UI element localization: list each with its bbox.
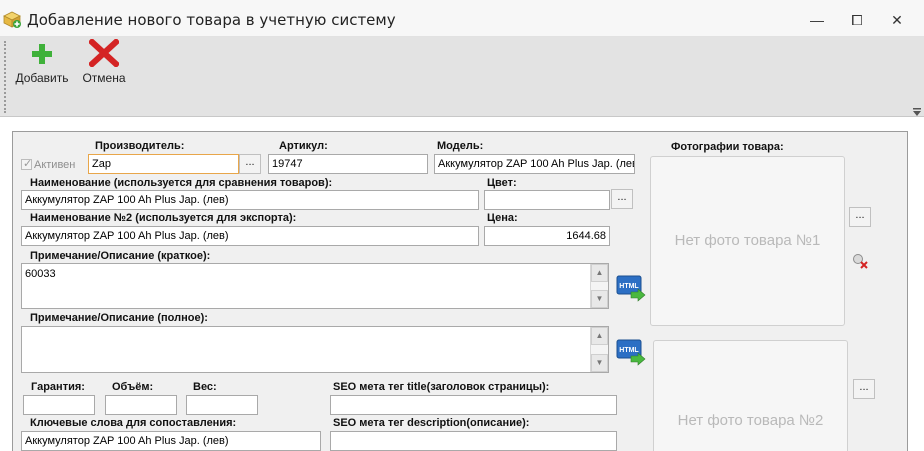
photo-1-text: Нет фото товара №1 xyxy=(674,232,821,249)
seo-desc-field[interactable] xyxy=(330,431,617,451)
scroll-down-icon[interactable]: ▼ xyxy=(591,290,608,308)
photo-2-browse-button[interactable]: ... xyxy=(853,379,875,399)
keywords-field[interactable]: Аккумулятор ZAP 100 Ah Plus Jap. (лев) xyxy=(21,431,321,451)
close-button[interactable]: ✕ xyxy=(882,9,912,31)
delete-photo-icon[interactable] xyxy=(852,253,868,269)
photo-1-browse-button[interactable]: ... xyxy=(849,207,871,227)
photos-label: Фотографии товара: xyxy=(671,141,784,153)
manufacturer-browse-button[interactable]: ... xyxy=(239,154,261,174)
html-icon-text: HTML xyxy=(619,283,639,290)
model-field[interactable]: Аккумулятор ZAP 100 Ah Plus Jap. (лев) xyxy=(434,154,635,174)
add-button[interactable]: Добавить xyxy=(11,43,73,95)
seo-title-field[interactable] xyxy=(330,395,617,415)
weight-field[interactable] xyxy=(186,395,258,415)
short-desc-scrollbar[interactable]: ▲ ▼ xyxy=(590,264,608,308)
toolbar-grip[interactable] xyxy=(4,41,7,113)
html-editor-short-button[interactable]: HTML xyxy=(616,274,646,302)
toolbar-overflow-icon[interactable] xyxy=(912,107,922,117)
name2-field[interactable]: Аккумулятор ZAP 100 Ah Plus Jap. (лев) xyxy=(21,226,479,246)
name2-label: Наименование №2 (используется для экспор… xyxy=(30,212,297,224)
active-label: Активен xyxy=(34,159,76,171)
scroll-up-icon[interactable]: ▲ xyxy=(591,264,608,282)
volume-label: Объём: xyxy=(112,381,154,393)
price-field[interactable]: 1644.68 xyxy=(484,226,610,246)
keywords-label: Ключевые слова для сопоставления: xyxy=(30,417,237,429)
article-field[interactable]: 19747 xyxy=(268,154,428,174)
weight-label: Вес: xyxy=(193,381,217,393)
add-button-label: Добавить xyxy=(15,71,69,85)
cancel-button-label: Отмена xyxy=(82,71,126,85)
html-icon-text: HTML xyxy=(619,347,639,354)
warranty-field[interactable] xyxy=(23,395,95,415)
seo-desc-label: SEO мета тег description(описание): xyxy=(333,417,530,429)
full-desc-label: Примечание/Описание (полное): xyxy=(30,312,208,324)
title-bar: Добавление нового товара в учетную систе… xyxy=(0,0,924,37)
color-label: Цвет: xyxy=(487,177,517,189)
model-label: Модель: xyxy=(437,140,484,152)
photo-1-placeholder[interactable]: Нет фото товара №1 xyxy=(650,156,845,326)
form-panel: Активен Производитель: Zap ... Артикул: … xyxy=(12,131,908,451)
app-box-icon xyxy=(3,11,21,28)
price-label: Цена: xyxy=(487,212,518,224)
volume-field[interactable] xyxy=(105,395,177,415)
article-label: Артикул: xyxy=(279,140,328,152)
cancel-button[interactable]: Отмена xyxy=(73,39,135,95)
html-editor-full-button[interactable]: HTML xyxy=(616,338,646,366)
maximize-button[interactable]: ⧠ xyxy=(842,9,872,31)
photo-2-placeholder[interactable]: Нет фото товара №2 xyxy=(653,340,848,451)
manufacturer-field[interactable]: Zap xyxy=(88,154,239,174)
color-field[interactable] xyxy=(484,190,610,210)
color-browse-button[interactable]: ... xyxy=(611,189,633,209)
photo-2-text: Нет фото товара №2 xyxy=(677,412,824,429)
window-title: Добавление нового товара в учетную систе… xyxy=(27,11,396,29)
minimize-button[interactable]: — xyxy=(802,9,832,31)
scroll-up-icon[interactable]: ▲ xyxy=(591,327,608,345)
scroll-down-icon[interactable]: ▼ xyxy=(591,354,608,372)
active-checkbox[interactable]: Активен xyxy=(21,157,76,171)
full-desc-field[interactable]: ▲ ▼ xyxy=(21,326,609,373)
name-label: Наименование (используется для сравнения… xyxy=(30,177,333,189)
manufacturer-label: Производитель: xyxy=(95,140,185,152)
name-field[interactable]: Аккумулятор ZAP 100 Ah Plus Jap. (лев) xyxy=(21,190,479,210)
x-icon xyxy=(89,39,119,67)
full-desc-scrollbar[interactable]: ▲ ▼ xyxy=(590,327,608,372)
plus-icon xyxy=(32,44,52,64)
warranty-label: Гарантия: xyxy=(31,381,85,393)
toolbar: Добавить Отмена xyxy=(0,37,924,117)
short-desc-label: Примечание/Описание (краткое): xyxy=(30,250,211,262)
seo-title-label: SEO мета тег title(заголовок страницы): xyxy=(333,381,550,393)
checkbox-icon xyxy=(21,157,32,170)
short-desc-field[interactable]: 60033 ▲ ▼ xyxy=(21,263,609,309)
short-desc-text: 60033 xyxy=(25,268,56,280)
